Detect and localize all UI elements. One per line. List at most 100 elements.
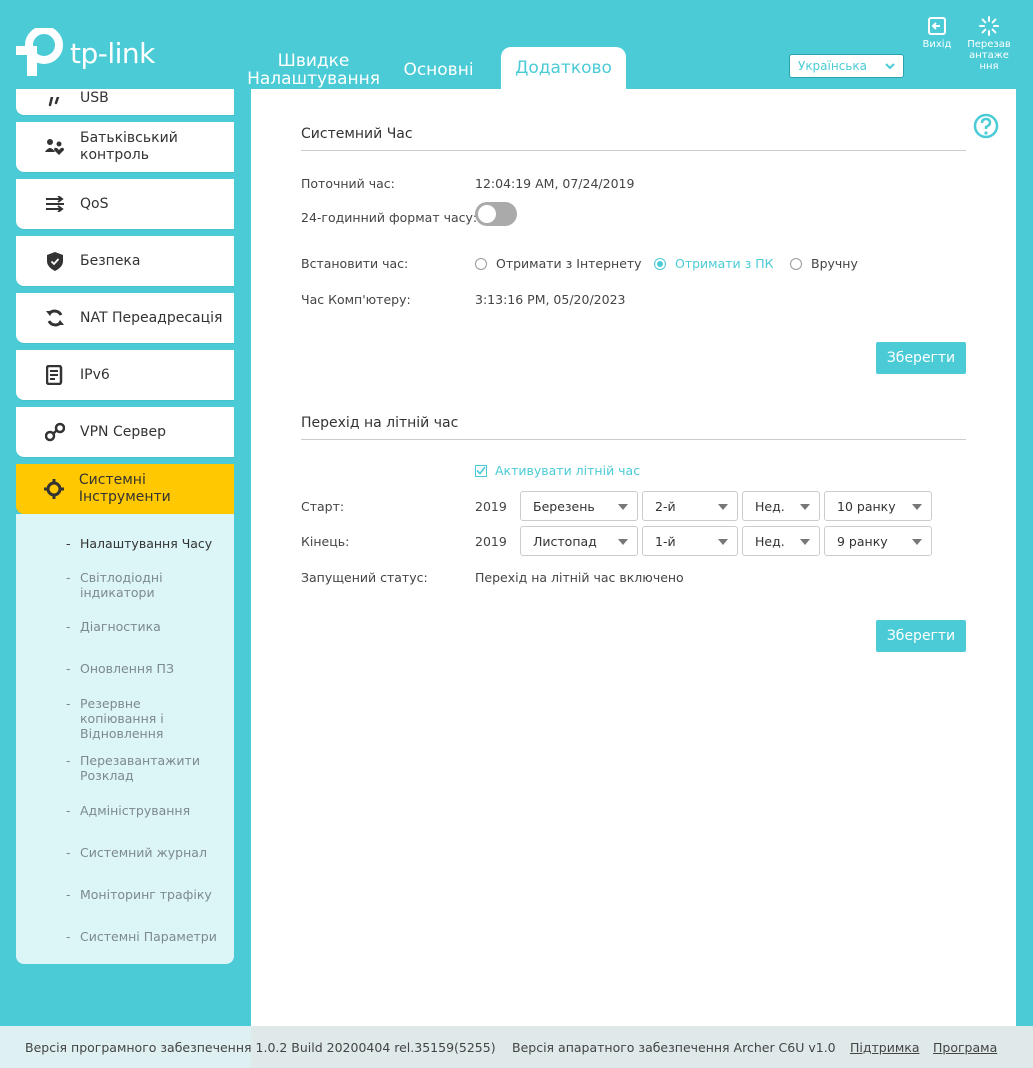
sidebar-item-nat[interactable]: NAT Переадресація xyxy=(16,293,234,343)
submenu-administration[interactable]: Адміністрування xyxy=(16,803,234,818)
dst-end-year: 2019 xyxy=(475,534,507,549)
submenu-traffic-monitor[interactable]: Моніторинг трафіку xyxy=(16,887,234,902)
chevron-down-icon xyxy=(885,59,895,73)
sidebar-item-label: Батьківський контроль xyxy=(80,130,178,163)
tp-link-logo: tp-link xyxy=(16,26,155,78)
checkmark-icon xyxy=(475,464,487,477)
top-tabs: Швидке Налаштування Основні Додатково xyxy=(247,47,626,89)
dst-start-week-select[interactable]: 2-й xyxy=(642,491,738,521)
sidebar-item-security[interactable]: Безпека xyxy=(16,236,234,286)
support-link[interactable]: Підтримка xyxy=(850,1040,920,1055)
logout-button[interactable]: Вихід xyxy=(920,16,954,50)
dst-title: Перехід на літній час xyxy=(301,415,459,431)
submenu-system-log[interactable]: Системний журнал xyxy=(16,845,234,860)
radio-manual[interactable]: Вручну xyxy=(790,256,858,271)
sidebar-item-ipv6[interactable]: IPv6 xyxy=(16,350,234,400)
dst-start-hour-select[interactable]: 10 ранку xyxy=(824,491,932,521)
sidebar-item-qos[interactable]: QoS xyxy=(16,179,234,229)
save-dst-button[interactable]: Зберегти xyxy=(876,620,966,652)
current-time-value: 12:04:19 AM, 07/24/2019 xyxy=(475,176,635,191)
submenu-time-settings[interactable]: Налаштування Часу xyxy=(16,536,234,551)
dst-start-month-select[interactable]: Березень xyxy=(520,491,638,521)
hardware-version: Версія апаратного забезпечення Archer C6… xyxy=(512,1040,836,1055)
main-panel: Системний Час Поточний час: 12:04:19 AM,… xyxy=(251,89,1016,1026)
radio-dot xyxy=(790,257,802,270)
format24-label: 24-годинний формат часу: xyxy=(301,210,478,225)
footer: Версія програмного забезпечення 1.0.2 Bu… xyxy=(0,1026,1033,1068)
tab-advanced[interactable]: Додатково xyxy=(501,47,626,89)
reboot-label: Перезавантаження xyxy=(967,39,1011,72)
current-time-label: Поточний час: xyxy=(301,176,395,191)
set-time-label: Встановити час: xyxy=(301,256,409,271)
sidebar-item-label: Системні Інструменти xyxy=(78,472,171,505)
radio-dot xyxy=(654,257,666,270)
divider xyxy=(301,150,966,151)
help-icon[interactable] xyxy=(973,113,999,143)
logo-text: tp-link xyxy=(70,36,155,70)
pc-time-value: 3:13:16 PM, 05/20/2023 xyxy=(475,292,626,307)
language-value: Українська xyxy=(798,59,867,73)
dst-end-day-select[interactable]: Нед. xyxy=(742,526,820,556)
radio-from-internet[interactable]: Отримати з Інтернету xyxy=(475,256,642,271)
sidebar: USB Батьківський контроль QoS Безпека NA… xyxy=(16,89,234,964)
dst-status-label: Запущений статус: xyxy=(301,570,428,585)
sidebar-item-label: IPv6 xyxy=(80,366,110,383)
app-link[interactable]: Програма xyxy=(933,1040,997,1055)
usb-icon xyxy=(44,97,66,107)
sidebar-item-system-tools[interactable]: Системні Інструменти xyxy=(16,464,234,514)
dst-enable-checkbox[interactable]: Активувати літній час xyxy=(475,463,640,478)
link-icon xyxy=(44,421,66,443)
dst-start-day-select[interactable]: Нед. xyxy=(742,491,820,521)
reboot-icon xyxy=(979,16,999,36)
dropdown-arrow-icon xyxy=(912,539,922,545)
reboot-button[interactable]: Перезавантаження xyxy=(965,16,1013,72)
family-icon xyxy=(44,136,66,158)
dropdown-arrow-icon xyxy=(800,539,810,545)
dst-end-week-select[interactable]: 1-й xyxy=(642,526,738,556)
radio-dot xyxy=(475,257,487,270)
system-time-title: Системний Час xyxy=(301,126,413,142)
dst-end-month-select[interactable]: Листопад xyxy=(520,526,638,556)
dropdown-arrow-icon xyxy=(912,504,922,510)
shield-icon xyxy=(44,250,66,272)
dropdown-arrow-icon xyxy=(618,539,628,545)
language-select[interactable]: Українська xyxy=(789,54,904,78)
submenu-firmware-update[interactable]: Оновлення ПЗ xyxy=(16,661,234,676)
sidebar-item-vpn[interactable]: VPN Сервер xyxy=(16,407,234,457)
sidebar-item-label: Безпека xyxy=(80,252,141,269)
system-tools-submenu: Налаштування Часу Світлодіодні індикатор… xyxy=(16,514,234,964)
pc-time-label: Час Комп'ютеру: xyxy=(301,292,411,307)
dst-end-hour-select[interactable]: 9 ранку xyxy=(824,526,932,556)
dst-end-label: Кінець: xyxy=(301,534,350,549)
dropdown-arrow-icon xyxy=(800,504,810,510)
submenu-system-parameters[interactable]: Системні Параметри xyxy=(16,929,234,944)
sidebar-item-parental-control[interactable]: Батьківський контроль xyxy=(16,122,234,172)
save-time-button[interactable]: Зберегти xyxy=(876,342,966,374)
tp-link-logo-icon xyxy=(16,26,66,78)
dst-start-year: 2019 xyxy=(475,499,507,514)
gear-icon xyxy=(44,478,65,500)
tab-basic[interactable]: Основні xyxy=(376,51,501,89)
dst-start-label: Старт: xyxy=(301,499,345,514)
logout-label: Вихід xyxy=(922,39,952,50)
ipv6-icon xyxy=(44,364,66,386)
dropdown-arrow-icon xyxy=(718,539,728,545)
qos-icon xyxy=(44,193,66,215)
tab-quick-setup[interactable]: Швидке Налаштування xyxy=(247,51,380,89)
submenu-backup-restore[interactable]: Резервне копіювання і Відновлення xyxy=(16,696,234,741)
divider xyxy=(301,439,966,440)
sidebar-item-label: VPN Сервер xyxy=(80,423,166,440)
radio-from-pc[interactable]: Отримати з ПК xyxy=(654,256,774,271)
firmware-version: Версія програмного забезпечення 1.0.2 Bu… xyxy=(25,1040,496,1055)
submenu-diagnostics[interactable]: Діагностика xyxy=(16,619,234,634)
format24-toggle[interactable] xyxy=(475,202,517,226)
sidebar-item-label: NAT Переадресація xyxy=(80,309,223,326)
dst-status-value: Перехід на літній час включено xyxy=(475,570,684,585)
sidebar-item-usb[interactable]: USB xyxy=(16,89,234,115)
submenu-reboot-schedule[interactable]: Перезавантажити Розклад xyxy=(16,753,234,783)
nat-forwarding-icon xyxy=(44,307,66,329)
submenu-led[interactable]: Світлодіодні індикатори xyxy=(16,570,234,600)
sidebar-item-label: QoS xyxy=(80,195,109,212)
logout-icon xyxy=(928,17,946,35)
dropdown-arrow-icon xyxy=(618,504,628,510)
